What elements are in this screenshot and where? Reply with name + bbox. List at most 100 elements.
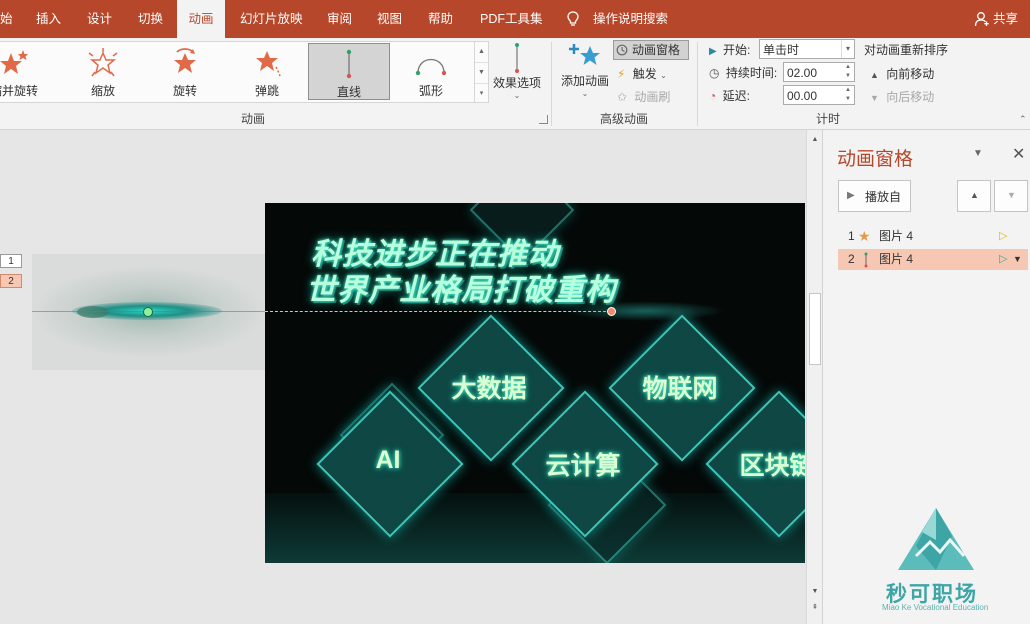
arrow-up-icon: ▲ xyxy=(970,190,979,200)
divider xyxy=(697,42,698,126)
animation-item[interactable]: 2 图片 4 ▷ ▼ xyxy=(838,249,1028,270)
animation-item[interactable]: 1 ★ 图片 4 ▷ xyxy=(838,226,1028,247)
effect-label: 直线 xyxy=(336,85,361,99)
canvas-scrollbar[interactable]: ▲ ▼ ⇞ xyxy=(806,130,823,624)
move-later-label: 向后移动 xyxy=(886,90,935,104)
scroll-up-icon[interactable]: ▲ xyxy=(809,134,821,146)
chevron-down-icon[interactable]: ▾ xyxy=(841,40,854,58)
collapse-ribbon-icon[interactable]: ⌃ xyxy=(1019,114,1027,125)
gallery-down-icon[interactable]: ▼ xyxy=(475,63,488,84)
line-path-icon xyxy=(346,49,352,79)
motion-end-glow xyxy=(565,301,725,321)
effect-options-label: 效果选项 xyxy=(492,76,541,90)
previous-slide-icon[interactable]: ⇞ xyxy=(809,602,821,614)
close-icon[interactable]: ✕ xyxy=(1012,144,1025,164)
lightning-icon: ⚡ xyxy=(617,67,626,81)
play-icon: ▶ xyxy=(847,190,855,201)
group-label-timing: 计时 xyxy=(816,112,841,126)
tab-insert[interactable]: 插入 xyxy=(36,0,61,38)
start-select[interactable]: 单击时 ▾ xyxy=(759,39,855,59)
timeline-marker-icon: ▷ xyxy=(999,253,1008,265)
motion-path-line[interactable] xyxy=(265,311,611,312)
add-animation-button[interactable]: 添加动画 ⌄ xyxy=(558,40,612,104)
item-name: 图片 4 xyxy=(879,229,914,243)
lightbulb-icon xyxy=(567,11,579,26)
effect-spin[interactable]: 旋转 xyxy=(145,43,225,100)
effect-zoom[interactable]: 缩放 xyxy=(63,43,143,100)
effect-line-path[interactable]: 直线 xyxy=(308,43,390,100)
motion-path-end-point[interactable] xyxy=(607,307,616,316)
slide[interactable]: 大数据 物联网 AI 云计算 区块链 科技进步正在推动 世界产业格局打破重构 xyxy=(265,203,805,563)
tab-slideshow[interactable]: 幻灯片放映 xyxy=(240,0,303,38)
trigger-button[interactable]: ⚡ 触发 ⌄ xyxy=(617,65,667,82)
share-button[interactable]: 共享 xyxy=(974,0,1018,38)
line-path-icon xyxy=(515,43,519,73)
shrink-turn-icon xyxy=(0,50,28,74)
label-cloud: 云计算 xyxy=(545,452,621,480)
duration-field[interactable]: 02.00 ▲ ▼ xyxy=(783,62,855,82)
user-icon xyxy=(974,12,989,27)
animation-painter-button[interactable]: ✩ 动画刷 xyxy=(617,88,670,105)
scrollbar-thumb[interactable] xyxy=(809,293,821,365)
animation-pane-label: 动画窗格 xyxy=(632,43,681,57)
effect-arc-path[interactable]: 弧形 xyxy=(391,43,471,100)
play-from-label: 播放自 xyxy=(865,190,902,204)
gallery-scrollbar[interactable]: ▲ ▼ ▾ xyxy=(474,41,489,103)
move-earlier-button[interactable]: ▲ 向前移动 xyxy=(870,65,934,82)
slide-number[interactable]: 2 xyxy=(0,274,22,288)
animation-pane-button[interactable]: 动画窗格 xyxy=(613,40,689,60)
timeline-marker-icon: ▷ xyxy=(999,230,1008,242)
tab-design[interactable]: 设计 xyxy=(87,0,112,38)
star-icon: ★ xyxy=(858,228,871,244)
motion-start-ghost xyxy=(77,306,109,318)
tab-transitions[interactable]: 切换 xyxy=(138,0,163,38)
slide-number[interactable]: 1 xyxy=(0,254,22,268)
tab-pdf-tools[interactable]: PDF工具集 xyxy=(480,0,543,38)
ribbon: 缩并旋转 缩放 旋转 弹跳 xyxy=(0,38,1030,130)
start-value: 单击时 xyxy=(763,43,800,57)
label-ai: AI xyxy=(375,446,401,474)
duration-label-text: 持续时间: xyxy=(725,66,778,80)
scroll-down-icon[interactable]: ▼ xyxy=(809,586,821,598)
reorder-title: 对动画重新排序 xyxy=(864,43,949,57)
watermark-logo-icon xyxy=(898,508,974,570)
stepper-icon[interactable]: ▲ ▼ xyxy=(842,86,854,104)
animation-gallery: 缩并旋转 缩放 旋转 弹跳 xyxy=(0,41,475,103)
item-number: 2 xyxy=(848,252,855,266)
tell-me-label: 操作说明搜索 xyxy=(593,12,669,26)
move-down-button[interactable]: ▼ xyxy=(994,180,1028,212)
glow-picture[interactable] xyxy=(32,254,266,370)
delay-field[interactable]: 00.00 ▲ ▼ xyxy=(783,85,855,105)
tab-start[interactable]: 始 xyxy=(0,0,13,38)
motion-path-start-point[interactable] xyxy=(143,307,153,317)
tell-me-search[interactable]: 操作说明搜索 xyxy=(566,0,668,38)
animation-painter-label: 动画刷 xyxy=(634,90,671,104)
tab-review[interactable]: 审阅 xyxy=(327,0,352,38)
move-up-button[interactable]: ▲ xyxy=(957,180,991,212)
spin-icon xyxy=(174,48,196,73)
effect-label: 弹跳 xyxy=(254,84,279,98)
gallery-more-icon[interactable]: ▾ xyxy=(475,84,488,104)
start-label: ▶ 开始: xyxy=(709,41,750,58)
pane-options-icon[interactable]: ▼ xyxy=(973,148,983,159)
tab-help[interactable]: 帮助 xyxy=(428,0,453,38)
group-label-advanced: 高级动画 xyxy=(600,112,649,126)
start-label-text: 开始: xyxy=(723,43,751,57)
stepper-icon[interactable]: ▲ ▼ xyxy=(842,63,854,81)
tab-view[interactable]: 视图 xyxy=(377,0,402,38)
item-name: 图片 4 xyxy=(879,252,914,266)
arrow-up-icon: ▲ xyxy=(870,70,879,80)
move-later-button[interactable]: ▼ 向后移动 xyxy=(870,88,934,105)
duration-label: ◷ 持续时间: xyxy=(709,64,777,81)
effect-bounce[interactable]: 弹跳 xyxy=(227,43,307,100)
gallery-up-icon[interactable]: ▲ xyxy=(475,42,488,63)
delay-clock-icon: ◔ xyxy=(709,89,717,103)
group-label-animation: 动画 xyxy=(241,112,266,126)
effect-options-button[interactable]: 效果选项 ⌄ xyxy=(492,40,542,104)
play-from-button[interactable]: ▶ 播放自 xyxy=(838,180,911,212)
effect-label: 弧形 xyxy=(418,84,443,98)
dialog-launcher-icon[interactable] xyxy=(539,115,548,124)
chevron-down-icon[interactable]: ▼ xyxy=(1013,249,1022,270)
effect-shrink-turn[interactable]: 缩并旋转 xyxy=(0,43,54,100)
tab-animations[interactable]: 动画 xyxy=(177,0,225,38)
